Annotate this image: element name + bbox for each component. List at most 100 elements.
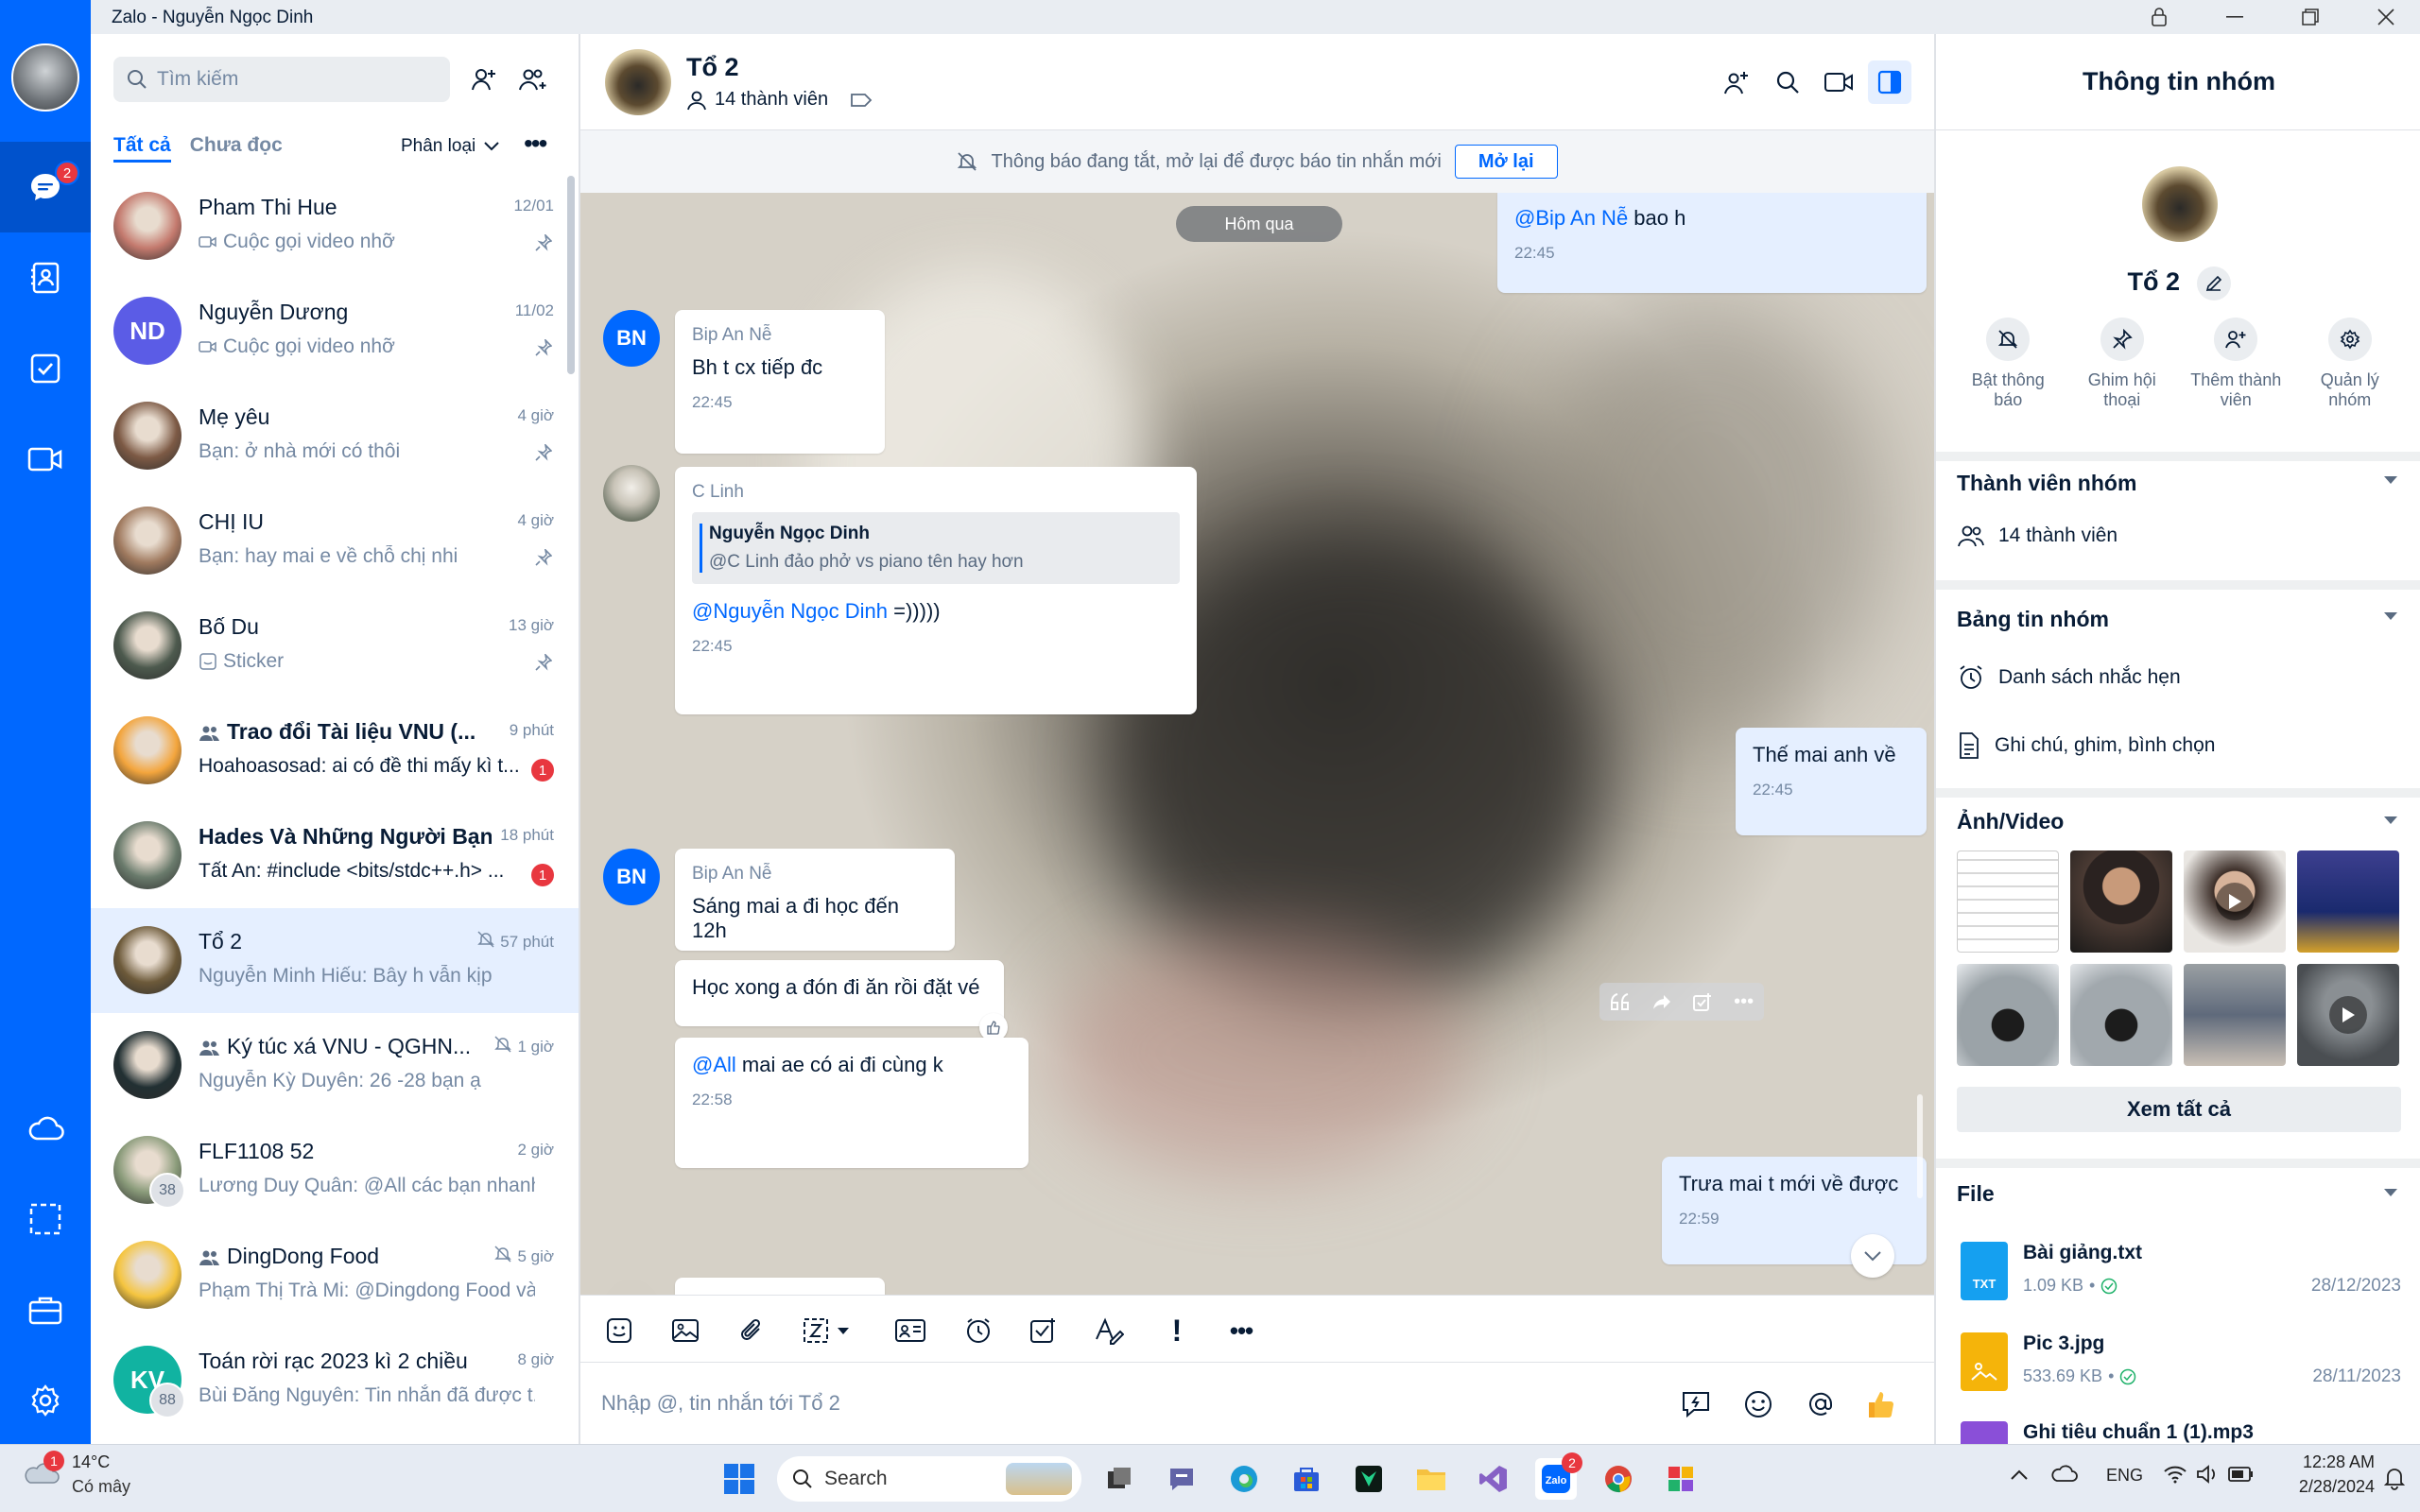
message-bubble-received[interactable]: C Linh Nguyễn Ngọc Dinh @C Linh đảo phở … xyxy=(675,467,1197,714)
scroll-to-bottom-button[interactable] xyxy=(1851,1234,1894,1278)
teams-chat-icon[interactable] xyxy=(1161,1458,1202,1500)
message-bubble-received[interactable]: Bip An Nễ Sáng mai a đi học đến 12h xyxy=(675,849,955,951)
taskbar-search[interactable]: Search xyxy=(777,1456,1081,1502)
restore-button[interactable] xyxy=(2291,4,2329,30)
video-call-button[interactable] xyxy=(1817,60,1860,104)
visual-studio-icon[interactable] xyxy=(1473,1458,1514,1500)
see-all-media-button[interactable]: Xem tất cả xyxy=(1957,1087,2401,1132)
media-section-title[interactable]: Ảnh/Video xyxy=(1957,809,2064,834)
conversation-item[interactable]: Tổ 2 57 phút Nguyễn Minh Hiếu: Bây h vẫn k… xyxy=(91,908,579,1013)
user-avatar[interactable] xyxy=(11,43,79,112)
media-thumbnail[interactable] xyxy=(2297,850,2399,953)
message-bubble-received[interactable]: Học xong a đón đi ăn rồi đặt vé xyxy=(675,960,1004,1026)
rail-cloud[interactable] xyxy=(0,1083,91,1174)
emoji-button[interactable] xyxy=(1739,1385,1777,1423)
group-avatar-large[interactable] xyxy=(2142,166,2218,242)
caret-down-icon[interactable] xyxy=(2382,474,2399,486)
rail-video[interactable] xyxy=(0,414,91,505)
group-avatar[interactable] xyxy=(605,49,671,115)
format-text-button[interactable] xyxy=(1091,1313,1127,1349)
message-bubble-sent[interactable]: Thế mai anh về 22:45 xyxy=(1736,728,1927,835)
unmute-button[interactable]: Mở lại xyxy=(1454,145,1558,179)
message-area[interactable]: Hôm qua @Bip An Nễ bao h 22:45 BN Bip An… xyxy=(580,193,1934,1295)
media-thumbnail[interactable] xyxy=(1957,964,2059,1066)
zalo-app-icon[interactable]: Zalo 2 xyxy=(1535,1452,1582,1500)
lock-icon[interactable] xyxy=(2140,4,2178,30)
clock-time[interactable]: 12:28 AM xyxy=(2280,1452,2375,1472)
language-indicator[interactable]: ENG xyxy=(2106,1466,2143,1486)
task-view-icon[interactable] xyxy=(1098,1458,1140,1500)
file-item[interactable]: TXT Bài giảng.txt 1.09 KB • 28/12/2023 xyxy=(1957,1236,2401,1312)
conversation-item[interactable]: DingDong Food 5 giờ Phạm Thị Trà Mi: @Ding… xyxy=(91,1223,579,1328)
conversation-item[interactable]: Ký túc xá VNU - QGHN... 1 giờ Nguyễn Kỳ Du… xyxy=(91,1013,579,1118)
rail-settings[interactable] xyxy=(0,1355,91,1446)
store-icon[interactable] xyxy=(1286,1458,1327,1500)
search-chat-button[interactable] xyxy=(1766,60,1809,104)
urgent-button[interactable]: ! xyxy=(1159,1313,1195,1349)
media-thumbnail[interactable] xyxy=(2070,850,2172,953)
office-app-icon[interactable] xyxy=(1660,1458,1702,1500)
chat-title[interactable]: Tổ 2 xyxy=(686,53,739,82)
contact-card-button[interactable] xyxy=(892,1313,928,1349)
chevron-up-icon[interactable] xyxy=(2010,1468,2029,1481)
wifi-icon[interactable] xyxy=(2163,1464,2187,1485)
member-count[interactable]: 14 thành viên xyxy=(686,89,873,111)
reminder-button[interactable] xyxy=(960,1313,996,1349)
reminders-row[interactable]: Danh sách nhắc hẹn xyxy=(1957,663,2181,692)
action-toggle-notifications[interactable]: Bật thông báo xyxy=(1956,318,2060,410)
edge-browser-icon[interactable] xyxy=(1223,1458,1265,1500)
media-thumbnail[interactable] xyxy=(2297,964,2399,1066)
message-bubble-received[interactable] xyxy=(675,1278,885,1295)
caret-down-icon[interactable] xyxy=(2382,815,2399,826)
sender-avatar[interactable] xyxy=(603,1280,660,1295)
message-bubble-sent[interactable]: @Bip An Nễ bao h 22:45 xyxy=(1497,193,1927,293)
conversation-item[interactable]: Pham Thi Hue 12/01 Cuộc gọi video nhỡ xyxy=(91,174,579,279)
attach-file-button[interactable] xyxy=(734,1313,769,1349)
rail-screenshot[interactable] xyxy=(0,1174,91,1264)
file-item[interactable]: Pic 3.jpg 533.69 KB • 28/11/2023 xyxy=(1957,1327,2401,1402)
more-icon[interactable]: ••• xyxy=(1734,991,1754,1013)
tab-unread[interactable]: Chưa đọc xyxy=(190,134,283,163)
more-tools-button[interactable]: ••• xyxy=(1223,1313,1259,1349)
toggle-info-panel-button[interactable] xyxy=(1868,60,1911,104)
rail-contacts[interactable] xyxy=(0,232,91,323)
members-row[interactable]: 14 thành viên xyxy=(1957,524,2118,548)
board-section-title[interactable]: Bảng tin nhóm xyxy=(1957,607,2109,632)
chrome-browser-icon[interactable] xyxy=(1598,1458,1639,1500)
mention[interactable]: @All xyxy=(692,1053,736,1076)
rail-messages[interactable]: 2 xyxy=(0,142,91,232)
screenshot-button[interactable] xyxy=(800,1313,856,1349)
members-section-title[interactable]: Thành viên nhóm xyxy=(1957,471,2136,496)
weather-icon[interactable]: 1 xyxy=(23,1451,64,1492)
start-button[interactable] xyxy=(718,1458,760,1500)
tab-all[interactable]: Tất cả xyxy=(113,134,171,163)
action-manage-group[interactable]: Quản lý nhóm xyxy=(2298,318,2402,410)
file-explorer-icon[interactable] xyxy=(1410,1458,1452,1500)
notes-row[interactable]: Ghi chú, ghim, bình chọn xyxy=(1957,731,2215,760)
conversation-item[interactable]: Trao đổi Tài liệu VNU (... 9 phút Hoahoaso… xyxy=(91,698,579,803)
conversation-item[interactable]: Mẹ yêu 4 giờ Bạn: ở nhà mới có thôi xyxy=(91,384,579,489)
notification-bell-icon[interactable] xyxy=(2384,1466,2405,1490)
more-options-button[interactable]: ••• xyxy=(524,129,547,159)
mention[interactable]: @Bip An Nễ xyxy=(1514,206,1628,230)
send-like-button[interactable] xyxy=(1862,1385,1900,1423)
file-item[interactable]: Ghi tiêu chuẩn 1 (1).mp3 xyxy=(1957,1416,2401,1444)
conversation-item[interactable]: KV 88 Toán rời rạc 2023 kì 2 chiều 8 giờ Bùi… xyxy=(91,1328,579,1433)
battery-icon[interactable] xyxy=(2227,1466,2254,1483)
media-thumbnail[interactable] xyxy=(2184,850,2286,953)
classify-dropdown[interactable]: Phân loại xyxy=(401,136,500,157)
sender-avatar[interactable]: BN xyxy=(603,849,660,905)
clock-date[interactable]: 2/28/2024 xyxy=(2280,1477,2375,1497)
file-section-title[interactable]: File xyxy=(1957,1181,1995,1207)
mention-button[interactable] xyxy=(1802,1385,1840,1423)
mention[interactable]: @Nguyễn Ngọc Dinh xyxy=(692,599,888,623)
message-scrollbar[interactable] xyxy=(1917,1094,1923,1198)
search-input[interactable] xyxy=(157,68,422,91)
close-button[interactable] xyxy=(2367,4,2405,30)
message-input[interactable] xyxy=(601,1383,1547,1423)
conversation-scrollbar[interactable] xyxy=(567,176,575,374)
image-button[interactable] xyxy=(667,1313,703,1349)
sticker-button[interactable] xyxy=(601,1313,637,1349)
rail-todo[interactable] xyxy=(0,323,91,414)
message-bubble-received[interactable]: Bip An Nễ Bh t cx tiếp đc 22:45 xyxy=(675,310,885,454)
